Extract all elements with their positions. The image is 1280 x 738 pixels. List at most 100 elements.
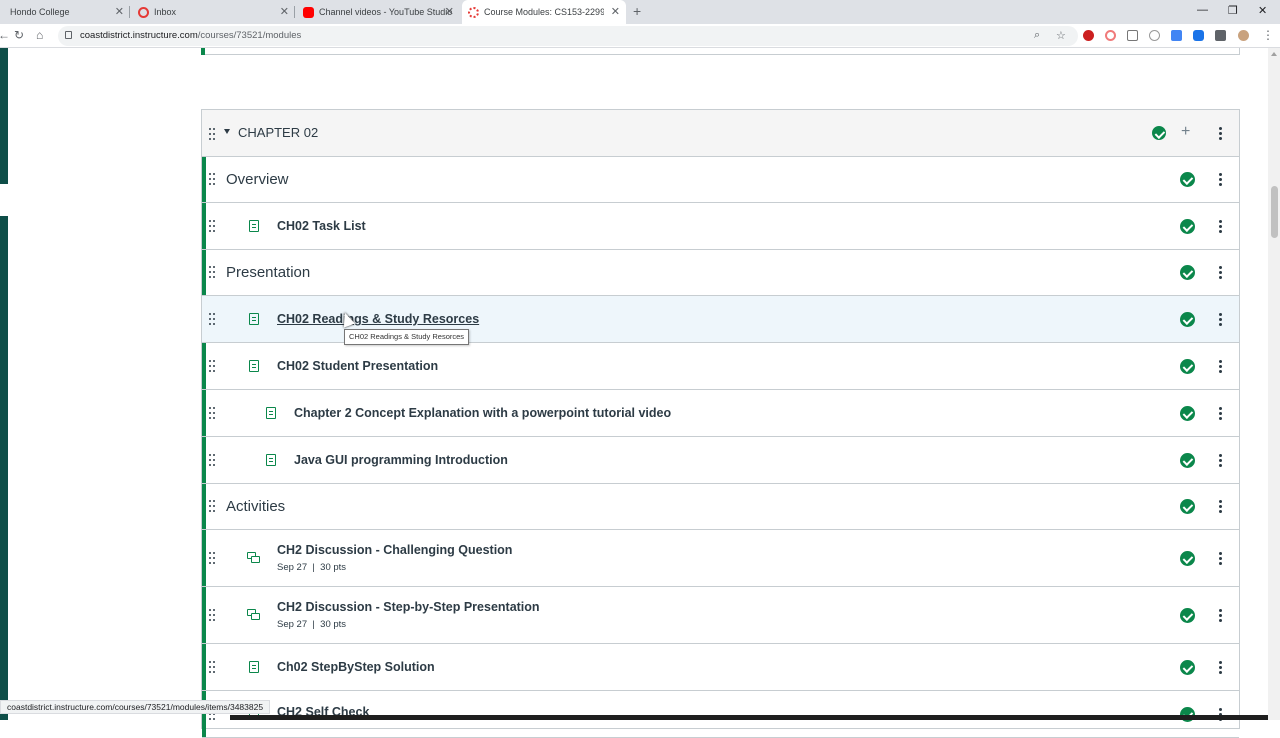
kebab-menu-icon[interactable] (1219, 220, 1222, 233)
module-item-link[interactable]: CH2 Discussion - Step-by-Step Presentati… (277, 600, 540, 614)
browser-tab-inbox[interactable]: Inbox ✕ (132, 0, 295, 24)
published-check-icon[interactable] (1180, 265, 1195, 280)
kebab-menu-icon[interactable] (1219, 127, 1222, 140)
tab-title: Course Modules: CS153-22998 (I (484, 7, 604, 17)
module-item-link[interactable]: Ch02 StepByStep Solution (277, 660, 435, 674)
published-check-icon[interactable] (1180, 660, 1195, 675)
zoom-icon[interactable]: ⌕ (1034, 29, 1040, 42)
module-item-link[interactable]: CH2 Discussion - Challenging Question (277, 543, 512, 557)
kebab-menu-icon[interactable] (1219, 407, 1222, 420)
font-extension-icon[interactable] (1149, 30, 1160, 41)
module-item-link[interactable]: CH02 Student Presentation (277, 359, 438, 373)
module-item-link[interactable]: Chapter 2 Concept Explanation with a pow… (294, 406, 671, 420)
kebab-menu-icon[interactable] (1219, 173, 1222, 186)
kebab-menu-icon[interactable] (1219, 500, 1222, 513)
close-window-icon[interactable]: ✕ (1258, 4, 1267, 17)
global-nav-strip[interactable] (0, 48, 8, 720)
kebab-menu-icon[interactable] (1219, 360, 1222, 373)
add-item-icon[interactable]: + (1181, 123, 1190, 141)
published-check-icon[interactable] (1180, 406, 1195, 421)
module-item-link[interactable]: CH02 Readings & Study Resorces (277, 312, 479, 326)
module-title: CHAPTER 02 (238, 125, 319, 140)
module-chapter-02: CHAPTER 02 + Overview CH02 Task List Pre… (201, 109, 1240, 738)
published-check-icon[interactable] (1152, 126, 1166, 140)
screencast-extension-icon[interactable] (1105, 30, 1116, 41)
module-item-row[interactable]: CH02 Task List (202, 203, 1239, 250)
kebab-menu-icon[interactable] (1219, 609, 1222, 622)
published-check-icon[interactable] (1180, 359, 1195, 374)
module-header[interactable]: CHAPTER 02 + (202, 110, 1239, 157)
scrollbar-thumb[interactable] (1271, 186, 1278, 238)
module-item-row[interactable]: CH2 Discussion - Challenging Question Se… (202, 530, 1239, 587)
kebab-menu-icon[interactable] (1219, 266, 1222, 279)
browser-tab-youtube[interactable]: Channel videos - YouTube Studio ✕ (297, 0, 460, 24)
module-item-row[interactable]: Chapter 2 Concept Explanation with a pow… (202, 390, 1239, 437)
drag-handle-icon[interactable] (209, 128, 217, 140)
browser-tab-course-modules[interactable]: Course Modules: CS153-22998 (I ✕ (462, 0, 626, 24)
published-check-icon[interactable] (1180, 499, 1195, 514)
home-icon[interactable]: ⌂ (36, 28, 43, 42)
translate-extension-icon[interactable] (1171, 30, 1182, 41)
minimize-icon[interactable]: — (1197, 4, 1208, 16)
drag-handle-icon[interactable] (209, 313, 217, 325)
kebab-menu-icon[interactable] (1219, 313, 1222, 326)
module-item-row[interactable]: CH02 Student Presentation (202, 343, 1239, 390)
drag-handle-icon[interactable] (209, 173, 217, 185)
drag-handle-icon[interactable] (209, 661, 217, 673)
published-check-icon[interactable] (1180, 312, 1195, 327)
module-item-link[interactable]: Java GUI programming Introduction (294, 453, 508, 467)
module-item-row[interactable]: Ch02 StepByStep Solution (202, 644, 1239, 691)
close-tab-icon[interactable]: ✕ (280, 5, 289, 18)
published-check-icon[interactable] (1180, 608, 1195, 623)
drag-handle-icon[interactable] (209, 609, 217, 621)
published-check-icon[interactable] (1180, 219, 1195, 234)
collapse-caret-icon[interactable] (224, 129, 230, 134)
drag-handle-icon[interactable] (209, 552, 217, 564)
kebab-menu-icon[interactable] (1219, 454, 1222, 467)
drag-handle-icon[interactable] (209, 220, 217, 232)
kebab-menu-icon[interactable] (1219, 661, 1222, 674)
drag-handle-icon[interactable] (209, 454, 217, 466)
drag-handle-icon[interactable] (209, 266, 217, 278)
due-date: Sep 27 (277, 562, 308, 573)
youtube-icon (303, 6, 314, 18)
subheader-row: Activities (202, 484, 1239, 530)
zoom-extension-icon[interactable] (1193, 30, 1204, 41)
opera-extension-icon[interactable] (1083, 30, 1094, 41)
reload-icon[interactable]: ↻ (14, 28, 24, 42)
bookmark-star-icon[interactable]: ☆ (1056, 29, 1066, 42)
address-bar[interactable]: coastdistrict.instructure.com/courses/73… (58, 26, 1078, 46)
drag-handle-icon[interactable] (209, 360, 217, 372)
close-tab-icon[interactable]: ✕ (611, 5, 620, 18)
module-item-row[interactable]: Java GUI programming Introduction (202, 437, 1239, 484)
close-tab-icon[interactable]: ✕ (445, 5, 454, 18)
browser-menu-icon[interactable]: ⋮ (1262, 28, 1274, 42)
points: 30 pts (320, 562, 347, 573)
close-tab-icon[interactable]: ✕ (115, 5, 124, 18)
due-date: Sep 27 (277, 619, 308, 630)
drag-handle-icon[interactable] (209, 407, 217, 419)
module-item-row[interactable]: CH2 Discussion - Step-by-Step Presentati… (202, 587, 1239, 644)
published-check-icon[interactable] (1180, 551, 1195, 566)
points: 30 pts (320, 619, 347, 630)
published-check-icon[interactable] (1180, 172, 1195, 187)
document-icon (249, 360, 259, 372)
url-host: coastdistrict.instructure.com (80, 30, 198, 41)
page-scrollbar[interactable] (1268, 48, 1280, 720)
back-arrow-icon[interactable]: ← (0, 28, 10, 42)
module-item-link[interactable]: CH02 Task List (277, 219, 366, 233)
extension-icon[interactable] (1127, 30, 1138, 41)
scroll-up-icon[interactable] (1271, 52, 1277, 56)
profile-avatar[interactable] (1238, 30, 1249, 41)
subheader-text: Overview (226, 171, 289, 188)
document-icon (249, 220, 259, 232)
maximize-icon[interactable]: ❐ (1228, 4, 1238, 17)
status-bar-url: coastdistrict.instructure.com/courses/73… (0, 700, 271, 714)
document-icon (266, 407, 276, 419)
drag-handle-icon[interactable] (209, 500, 217, 512)
kebab-menu-icon[interactable] (1219, 552, 1222, 565)
puzzle-extensions-icon[interactable] (1215, 30, 1226, 41)
published-check-icon[interactable] (1180, 453, 1195, 468)
browser-tab-hondo[interactable]: Hondo College ✕ (0, 0, 130, 24)
new-tab-icon[interactable]: + (633, 3, 641, 19)
